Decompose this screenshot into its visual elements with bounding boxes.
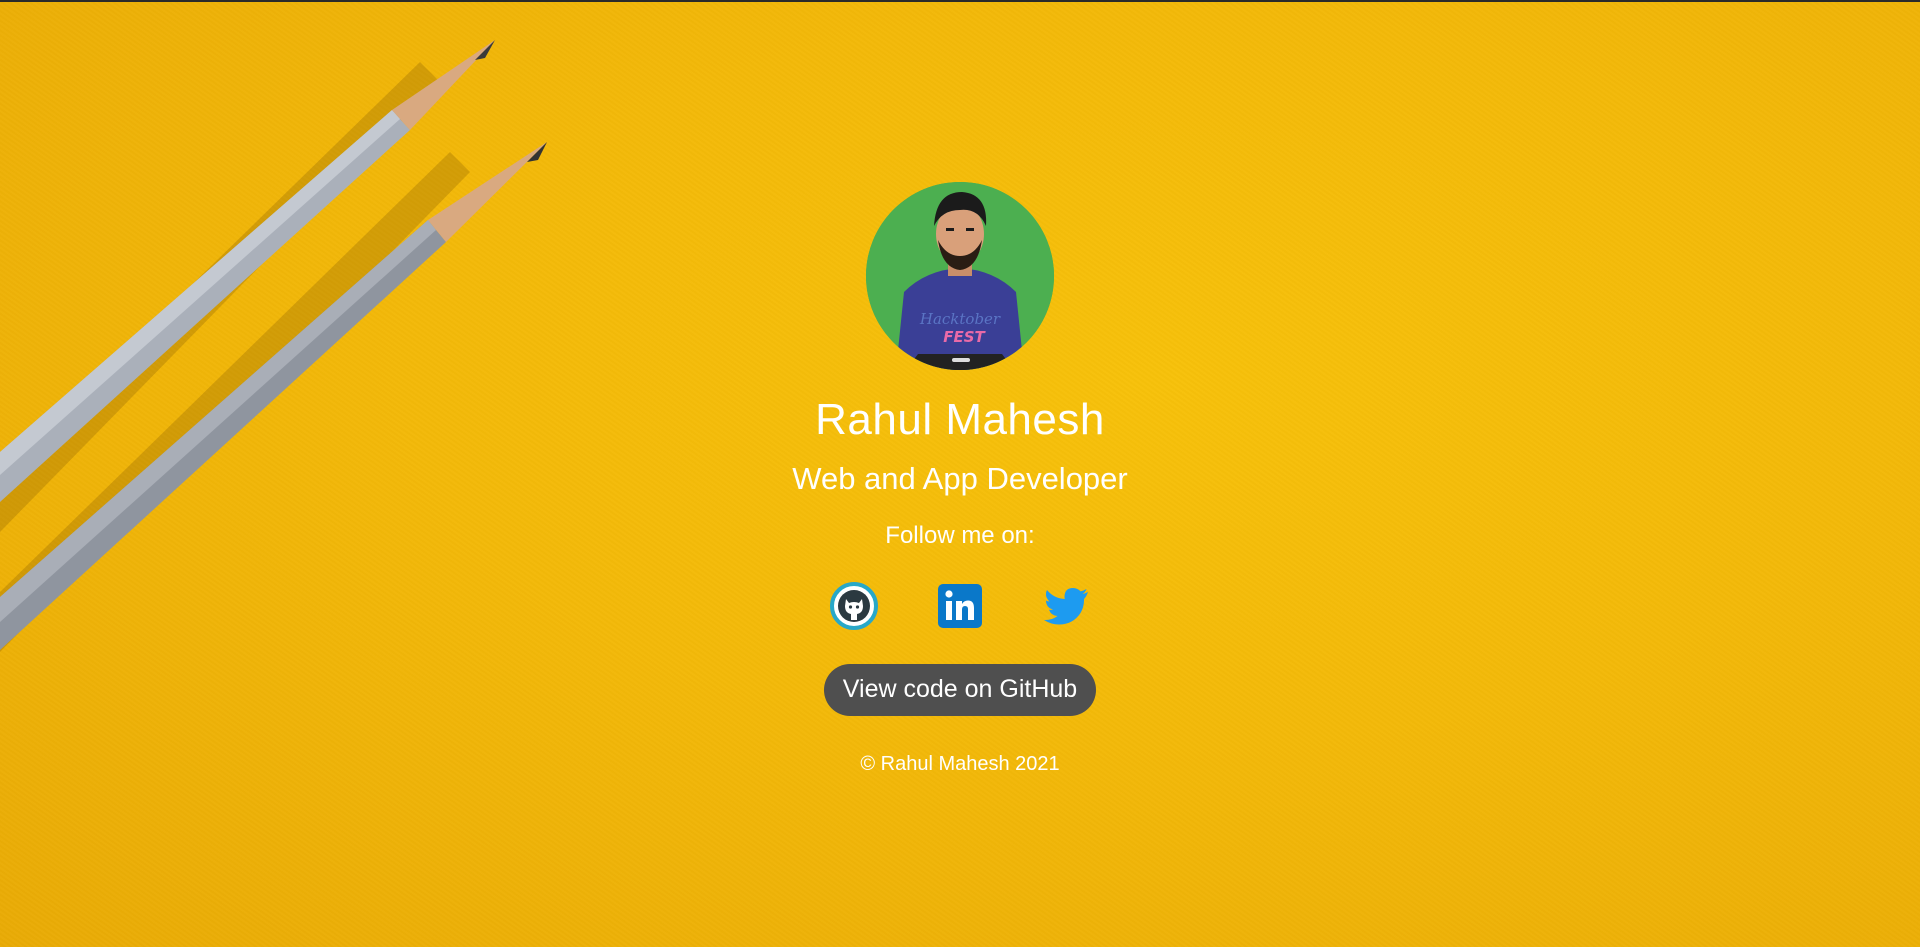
view-code-button[interactable]: View code on GitHub xyxy=(823,663,1097,716)
github-link[interactable] xyxy=(830,581,878,630)
twitter-link[interactable] xyxy=(1042,582,1090,630)
social-links xyxy=(830,581,1090,630)
follow-heading: Follow me on: xyxy=(885,522,1035,550)
profile-role: Web and App Developer xyxy=(792,461,1128,497)
avatar: Hacktober FEST xyxy=(866,182,1054,370)
github-icon xyxy=(830,581,878,630)
svg-text:Hacktober: Hacktober xyxy=(919,310,1001,328)
twitter-icon xyxy=(1044,587,1088,625)
copyright-text: © Rahul Mahesh 2021 xyxy=(860,752,1060,775)
svg-text:FEST: FEST xyxy=(943,328,986,346)
profile-card: Hacktober FEST Rahul Mahesh Web and App … xyxy=(0,182,1920,775)
linkedin-link[interactable] xyxy=(936,582,984,630)
profile-name: Rahul Mahesh xyxy=(815,395,1105,444)
linkedin-icon xyxy=(938,583,982,628)
